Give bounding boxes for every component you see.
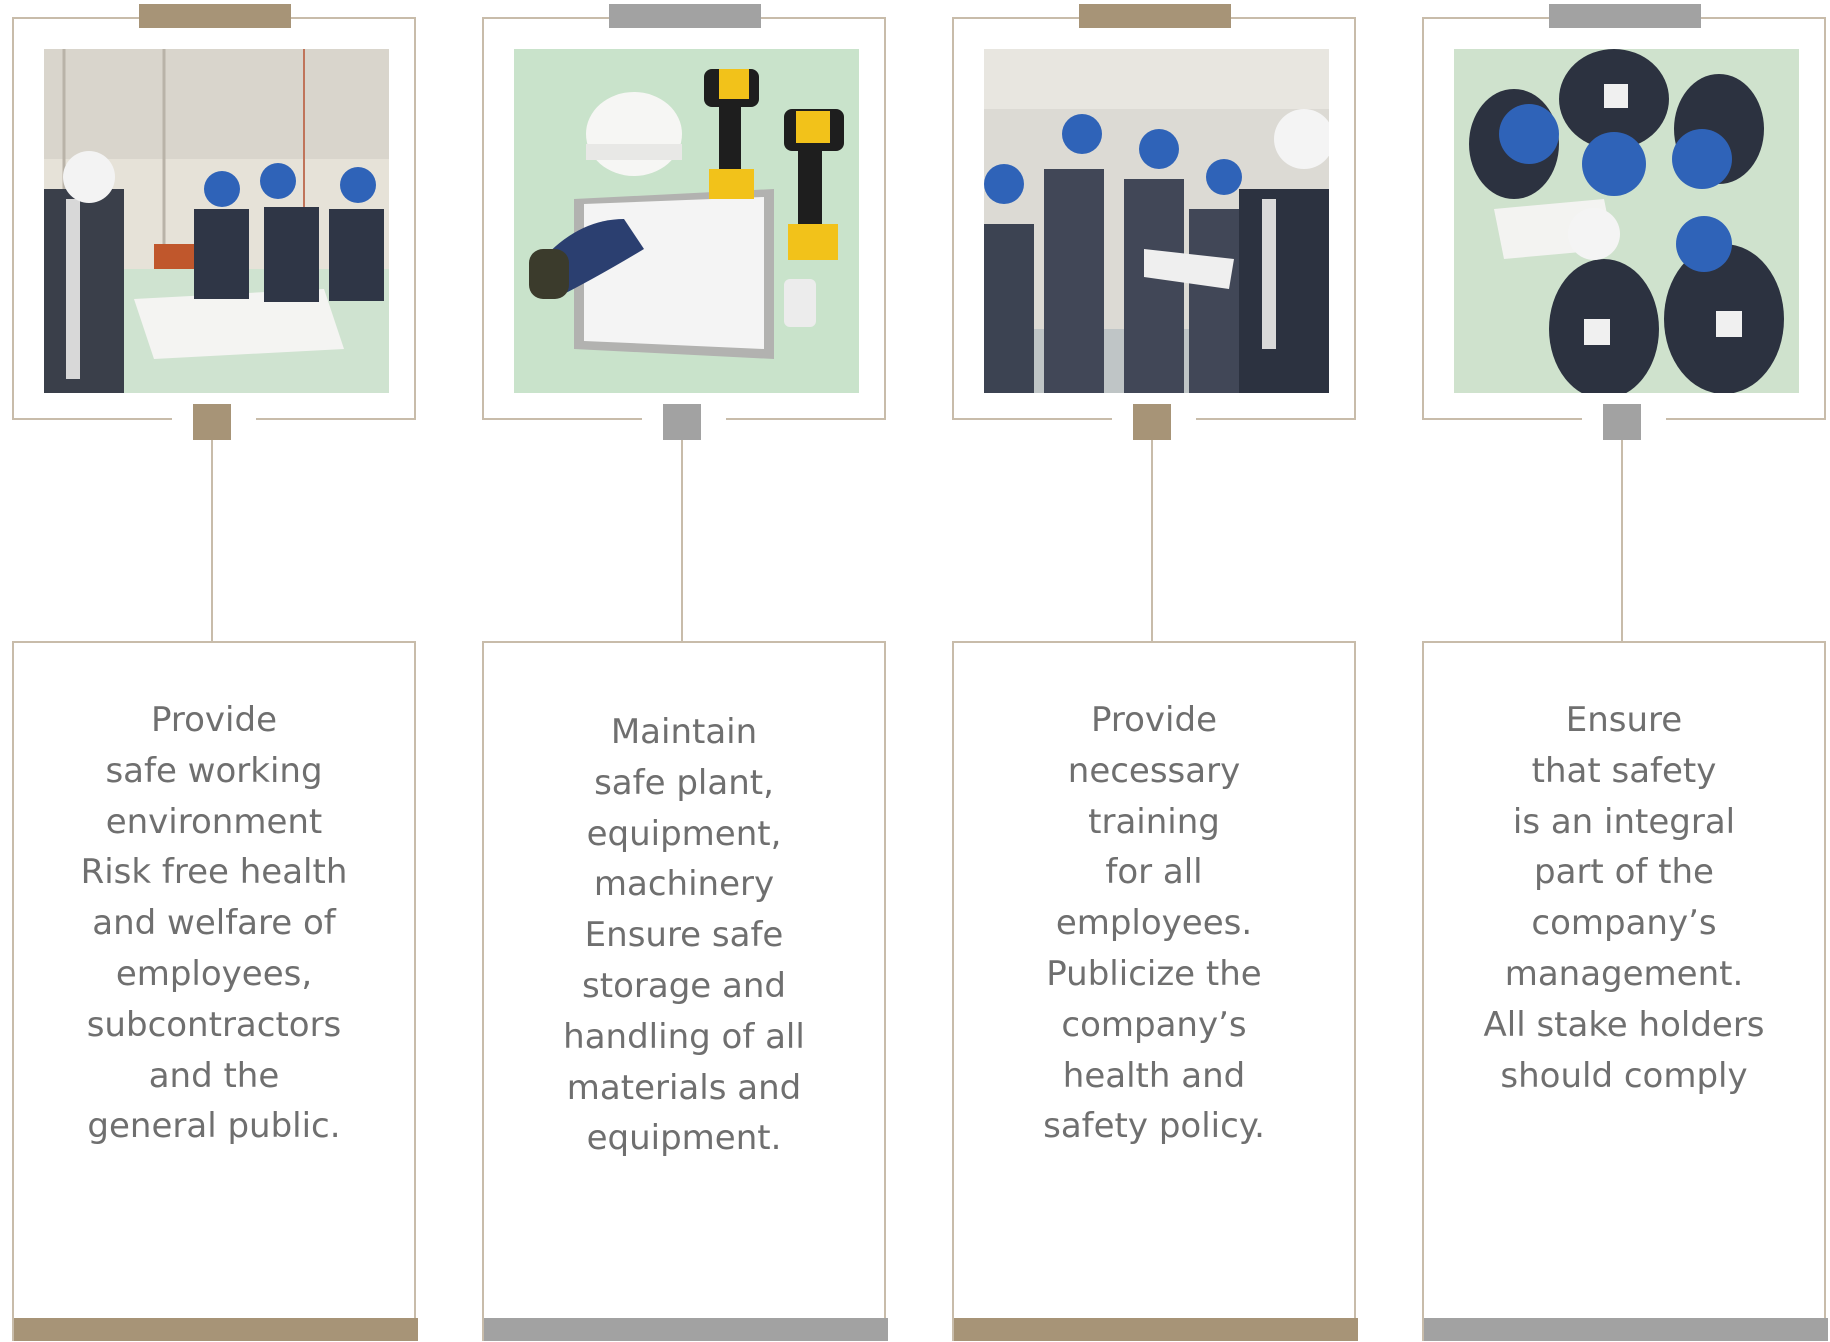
text-card: Ensure that safety is an integral part o…	[1422, 641, 1828, 1341]
commitment-column-2: Maintain safe plant, equipment, machiner…	[482, 0, 889, 1342]
connector-line	[1621, 440, 1623, 642]
connector-square	[1603, 404, 1641, 440]
connector-square	[1133, 404, 1171, 440]
top-tab	[1549, 4, 1701, 28]
photo-frame	[12, 17, 416, 420]
connector-line	[211, 440, 213, 642]
connector-square	[663, 404, 701, 440]
top-tab	[1079, 4, 1231, 28]
commitment-text: Maintain safe plant, equipment, machiner…	[563, 712, 805, 1159]
photo-frame	[482, 17, 886, 420]
commitment-column-4: Ensure that safety is an integral part o…	[1422, 0, 1829, 1342]
text-card: Provide safe working environment Risk fr…	[12, 641, 418, 1341]
commitment-text: Provide necessary training for all emplo…	[1043, 700, 1265, 1147]
photo-frame	[1422, 17, 1826, 420]
bottom-bar	[1424, 1318, 1828, 1341]
commitment-column-1: Provide safe working environment Risk fr…	[12, 0, 419, 1342]
commitment-text: Ensure that safety is an integral part o…	[1483, 700, 1765, 1096]
text-card: Maintain safe plant, equipment, machiner…	[482, 641, 888, 1341]
photo-frame	[952, 17, 1356, 420]
training-session-photo	[984, 49, 1329, 393]
bottom-bar	[954, 1318, 1358, 1341]
text-card: Provide necessary training for all emplo…	[952, 641, 1358, 1341]
connector-line	[681, 440, 683, 642]
team-reviewing-plans-photo	[44, 49, 389, 393]
safety-equipment-photo	[514, 49, 859, 393]
commitment-text: Provide safe working environment Risk fr…	[80, 700, 348, 1147]
overhead-team-huddle-photo	[1454, 49, 1799, 393]
bottom-bar	[14, 1318, 418, 1341]
top-tab	[139, 4, 291, 28]
commitment-column-3: Provide necessary training for all emplo…	[952, 0, 1359, 1342]
bottom-bar	[484, 1318, 888, 1341]
connector-square	[193, 404, 231, 440]
top-tab	[609, 4, 761, 28]
connector-line	[1151, 440, 1153, 642]
